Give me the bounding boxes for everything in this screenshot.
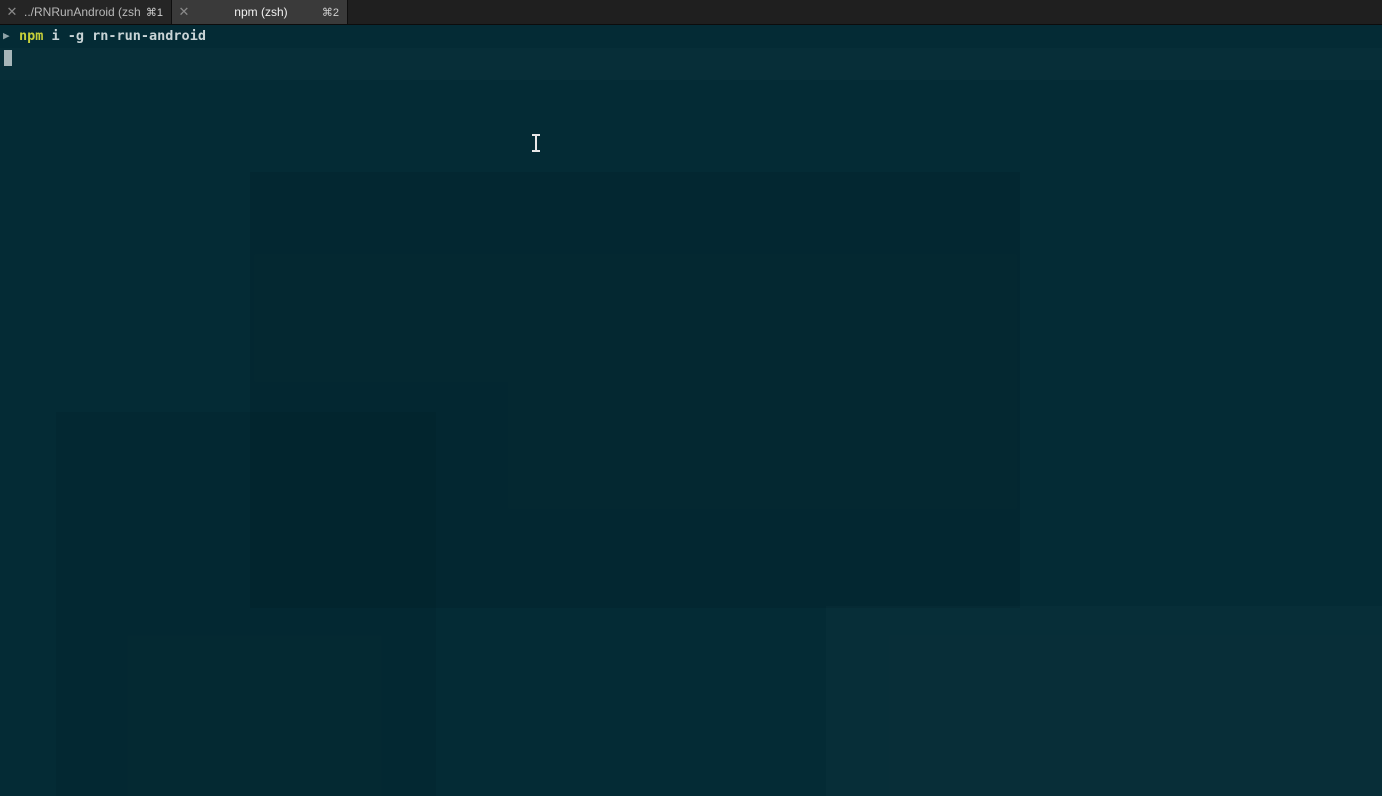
input-line[interactable] [0,47,1382,69]
tab-bar: ✕ ../RNRunAndroid (zsh) ⌘1 ✕ npm (zsh) ⌘… [0,0,1382,25]
tab-npm[interactable]: ✕ npm (zsh) ⌘2 [172,0,348,24]
tab-shortcut: ⌘2 [321,6,339,19]
close-icon[interactable]: ✕ [178,5,190,18]
terminal-window: ✕ ../RNRunAndroid (zsh) ⌘1 ✕ npm (zsh) ⌘… [0,0,1382,796]
tab-title: npm (zsh) [234,5,288,19]
tab-title: ../RNRunAndroid (zsh) [24,5,140,19]
terminal-output[interactable]: ▶ npm i -g rn-run-android [0,25,1382,796]
command-arguments: i -g rn-run-android [43,28,206,44]
ibeam-cursor-icon [531,134,541,152]
command-line: ▶ npm i -g rn-run-android [0,25,1382,47]
close-icon[interactable]: ✕ [6,5,18,18]
tab-bar-empty-area [348,0,1382,24]
command-name: npm [19,28,44,44]
tab-rnrunandroid[interactable]: ✕ ../RNRunAndroid (zsh) ⌘1 [0,0,172,24]
prompt-arrow-icon: ▶ [3,29,10,42]
text-cursor [4,50,12,66]
tab-shortcut: ⌘1 [145,6,163,19]
